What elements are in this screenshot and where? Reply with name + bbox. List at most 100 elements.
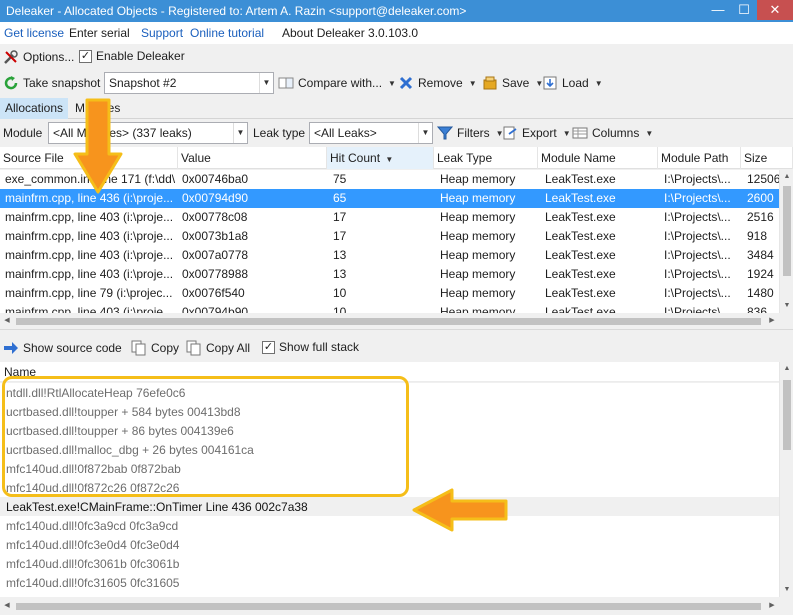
online-tutorial-link[interactable]: Online tutorial bbox=[190, 26, 264, 40]
list-item[interactable]: LeakTest.exe!CMainFrame::OnTimer Line 43… bbox=[0, 497, 779, 516]
column-value[interactable]: Value bbox=[178, 147, 327, 169]
copy-all-button[interactable]: Copy All bbox=[186, 340, 250, 356]
cell-value: 0x00794d90 bbox=[182, 191, 249, 205]
table-row[interactable]: mainfrm.cpp, line 79 (i:\projec... 0x0076… bbox=[0, 284, 779, 303]
module-select[interactable]: <All Modules> (337 leaks) ▼ bbox=[48, 122, 248, 144]
options-button[interactable]: Options... bbox=[3, 49, 74, 65]
cell-source-file: mainfrm.cpp, line 403 (i:\proje... bbox=[5, 305, 174, 313]
chevron-down-icon: ▼ bbox=[233, 123, 247, 143]
scroll-down-icon[interactable]: ▼ bbox=[780, 299, 793, 313]
cell-hit-count: 10 bbox=[333, 286, 347, 300]
snapshot-select[interactable]: Snapshot #2 ▼ bbox=[104, 72, 274, 94]
title-bar: Deleaker - Allocated Objects - Registere… bbox=[0, 0, 793, 22]
list-item[interactable]: ucrtbased.dll!toupper + 584 bytes 00413b… bbox=[0, 402, 779, 421]
table-row[interactable]: mainfrm.cpp, line 436 (i:\proje... 0x0079… bbox=[0, 189, 779, 208]
cell-size: 918 bbox=[747, 229, 768, 243]
scroll-left-icon[interactable]: ◀ bbox=[0, 599, 14, 613]
scroll-right-icon[interactable]: ▶ bbox=[765, 599, 779, 613]
show-full-stack-checkbox[interactable]: ✓ Show full stack bbox=[262, 340, 359, 354]
minimize-button[interactable]: — bbox=[705, 0, 731, 20]
chevron-down-icon: ▼ bbox=[418, 123, 432, 143]
table-row[interactable]: exe_common.inl, line 171 (f:\dd\... 0x007… bbox=[0, 170, 779, 189]
stack-horizontal-scrollbar[interactable]: ◀ ▶ bbox=[0, 599, 793, 613]
scroll-up-icon[interactable]: ▲ bbox=[780, 362, 793, 376]
name-column-header[interactable]: Name bbox=[4, 365, 36, 379]
table-row[interactable]: mainfrm.cpp, line 403 (i:\proje... 0x007a… bbox=[0, 246, 779, 265]
take-snapshot-button[interactable]: Take snapshot bbox=[3, 75, 100, 91]
cell-leak-type: Heap memory bbox=[440, 248, 516, 262]
leak-type-label: Leak type bbox=[253, 126, 306, 140]
column-module-path[interactable]: Module Path bbox=[658, 147, 741, 169]
stack-toolbar: Show source code Copy Copy All ✓ Show fu… bbox=[0, 336, 793, 360]
cell-source-file: mainfrm.cpp, line 403 (i:\proje... bbox=[5, 248, 174, 262]
compare-with-button[interactable]: Compare with... ▼ bbox=[278, 75, 396, 91]
scroll-thumb[interactable] bbox=[783, 380, 791, 450]
list-item[interactable]: ucrtbased.dll!malloc_dbg + 26 bytes 0041… bbox=[0, 440, 779, 459]
cell-hit-count: 13 bbox=[333, 248, 347, 262]
export-button[interactable]: Export ▼ bbox=[502, 125, 571, 141]
view-tabs: Allocations Modules bbox=[0, 97, 793, 119]
cell-module-path: I:\Projects\... bbox=[664, 172, 731, 186]
scroll-right-icon[interactable]: ▶ bbox=[765, 314, 779, 328]
list-item[interactable]: mfc140ud.dll!0fc3a9cd 0fc3a9cd bbox=[0, 516, 779, 535]
support-link[interactable]: Support bbox=[141, 26, 183, 40]
cell-leak-type: Heap memory bbox=[440, 172, 516, 186]
columns-button[interactable]: Columns ▼ bbox=[572, 125, 653, 141]
cell-size: 3484 bbox=[747, 248, 774, 262]
list-item[interactable]: ntdll.dll!RtlAllocateHeap 76efe0c6 bbox=[0, 383, 779, 402]
copy-button[interactable]: Copy bbox=[131, 340, 179, 356]
maximize-button[interactable]: ☐ bbox=[731, 0, 757, 20]
table-row[interactable]: mainfrm.cpp, line 403 (i:\proje... 0x0079… bbox=[0, 303, 779, 313]
list-item[interactable]: mfc140ud.dll!0fc3e0d4 0fc3e0d4 bbox=[0, 535, 779, 554]
column-hit-count[interactable]: Hit Count ▼ bbox=[327, 147, 434, 169]
cell-hit-count: 65 bbox=[333, 191, 347, 205]
tab-allocations[interactable]: Allocations bbox=[0, 98, 69, 119]
column-size[interactable]: Size bbox=[741, 147, 793, 169]
cell-module-name: LeakTest.exe bbox=[545, 229, 616, 243]
column-leak-type[interactable]: Leak Type bbox=[434, 147, 538, 169]
filter-bar: Module <All Modules> (337 leaks) ▼ Leak … bbox=[0, 120, 793, 146]
about-link[interactable]: About Deleaker 3.0.103.0 bbox=[282, 26, 418, 40]
scroll-thumb[interactable] bbox=[16, 318, 761, 325]
cell-module-name: LeakTest.exe bbox=[545, 305, 616, 313]
panel-splitter[interactable] bbox=[0, 329, 793, 336]
scroll-up-icon[interactable]: ▲ bbox=[780, 170, 793, 184]
leak-type-select[interactable]: <All Leaks> ▼ bbox=[309, 122, 433, 144]
grid-vertical-scrollbar[interactable]: ▲ ▼ bbox=[779, 170, 793, 313]
list-item[interactable]: mfc140ud.dll!0fc31605 0fc31605 bbox=[0, 573, 779, 592]
scroll-down-icon[interactable]: ▼ bbox=[780, 583, 793, 597]
enable-deleaker-checkbox[interactable]: ✓ Enable Deleaker bbox=[79, 49, 185, 63]
save-button[interactable]: Save ▼ bbox=[482, 75, 543, 91]
table-row[interactable]: mainfrm.cpp, line 403 (i:\proje... 0x0077… bbox=[0, 265, 779, 284]
tab-modules[interactable]: Modules bbox=[70, 98, 125, 119]
table-row[interactable]: mainfrm.cpp, line 403 (i:\proje... 0x0077… bbox=[0, 208, 779, 227]
close-button[interactable]: ✕ bbox=[757, 0, 793, 20]
cell-leak-type: Heap memory bbox=[440, 305, 516, 313]
compare-with-label: Compare with... bbox=[298, 76, 383, 90]
allocations-grid: exe_common.inl, line 171 (f:\dd\... 0x007… bbox=[0, 170, 779, 313]
grid-horizontal-scrollbar[interactable]: ◀ ▶ bbox=[0, 314, 793, 328]
table-row[interactable]: mainfrm.cpp, line 403 (i:\proje... 0x0073… bbox=[0, 227, 779, 246]
column-source-file[interactable]: Source File bbox=[0, 147, 178, 169]
load-button[interactable]: Load ▼ bbox=[542, 75, 603, 91]
list-item[interactable]: mfc140ud.dll!0f872bab 0f872bab bbox=[0, 459, 779, 478]
cell-size: 836 bbox=[747, 305, 768, 313]
funnel-icon bbox=[436, 125, 454, 141]
show-source-code-button[interactable]: Show source code bbox=[3, 340, 122, 356]
scroll-left-icon[interactable]: ◀ bbox=[0, 314, 14, 328]
window-title: Deleaker - Allocated Objects - Registere… bbox=[6, 4, 467, 18]
columns-icon bbox=[572, 125, 588, 141]
cell-size: 1480 bbox=[747, 286, 774, 300]
list-item[interactable]: mfc140ud.dll!0f872c26 0f872c26 bbox=[0, 478, 779, 497]
list-item[interactable]: ucrtbased.dll!toupper + 86 bytes 004139e… bbox=[0, 421, 779, 440]
remove-icon bbox=[398, 75, 414, 91]
scroll-thumb[interactable] bbox=[783, 186, 791, 276]
scroll-thumb[interactable] bbox=[16, 603, 761, 610]
filters-button[interactable]: Filters ▼ bbox=[436, 125, 504, 141]
get-license-link[interactable]: Get license bbox=[4, 26, 64, 40]
enter-serial-link[interactable]: Enter serial bbox=[69, 26, 130, 40]
column-module-name[interactable]: Module Name bbox=[538, 147, 658, 169]
stack-vertical-scrollbar[interactable]: ▲ ▼ bbox=[779, 362, 793, 597]
list-item[interactable]: mfc140ud.dll!0fc3061b 0fc3061b bbox=[0, 554, 779, 573]
remove-button[interactable]: Remove ▼ bbox=[398, 75, 477, 91]
